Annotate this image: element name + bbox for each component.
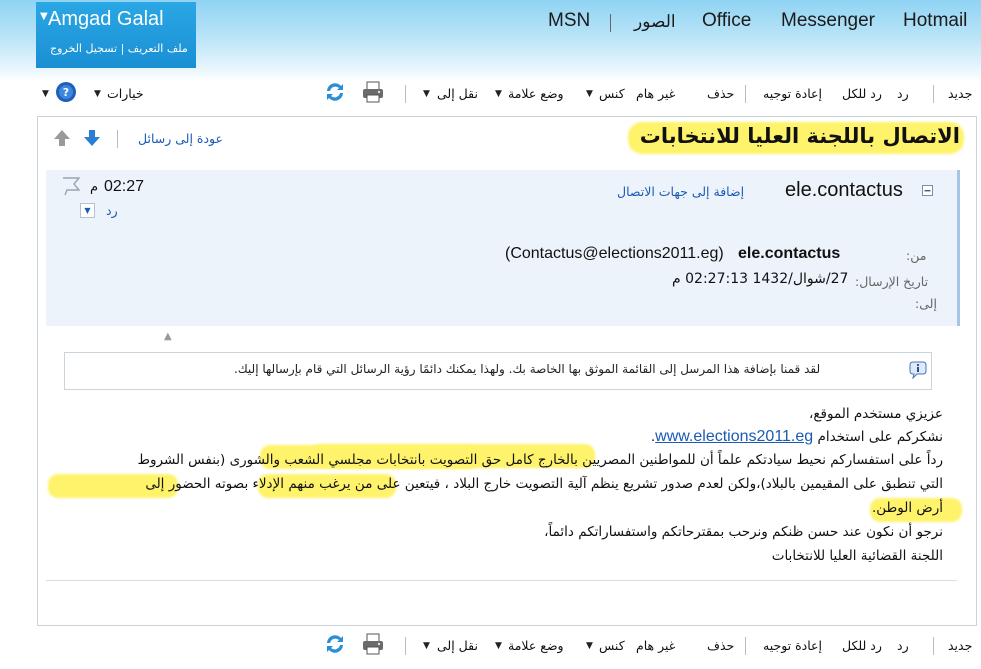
reply-link[interactable]: رد (106, 203, 118, 218)
message-subject: الاتصال باللجنة العليا للانتخابات (639, 124, 960, 148)
message-body-bottom-border (46, 580, 957, 581)
svg-text:?: ? (63, 86, 69, 99)
reply-all-button[interactable]: رد للكل (842, 86, 882, 101)
time-suffix: م (90, 180, 99, 195)
info-icon (908, 361, 928, 379)
message-time: 02:27 (104, 178, 145, 195)
sender-short-name[interactable]: ele.contactus (785, 179, 903, 202)
move-to-button[interactable]: نقل إلى (437, 638, 478, 653)
nav-separator (117, 130, 118, 148)
forward-button[interactable]: إعادة توجيه (763, 638, 822, 653)
body-paragraph-line-2: التي تنطبق على المقيمين بالبلاد)،ولكن لع… (145, 476, 943, 492)
reply-all-button[interactable]: رد للكل (842, 638, 882, 653)
elections-website-link[interactable]: www.elections2011.eg (655, 428, 813, 445)
previous-message-icon[interactable] (52, 128, 72, 148)
chevron-down-icon[interactable]: ▼ (495, 89, 502, 99)
chevron-down-icon[interactable]: ▼ (94, 89, 101, 99)
nav-hotmail[interactable]: Hotmail (903, 10, 967, 32)
toolbar-separator (745, 85, 746, 103)
move-to-button[interactable]: نقل إلى (437, 86, 478, 101)
date-label: تاريخ الإرسال: (855, 274, 929, 289)
date-value: 27/شوال/1432 02:27:13 م (672, 271, 849, 287)
next-message-icon[interactable] (82, 128, 102, 148)
print-icon[interactable] (360, 631, 386, 657)
help-icon[interactable]: ? (55, 81, 77, 103)
collapse-header-up-icon[interactable]: ▲ (164, 331, 172, 342)
from-label: من: (906, 248, 927, 263)
reply-button[interactable]: رد (897, 638, 909, 653)
from-name[interactable]: ele.contactus (738, 245, 840, 263)
user-menu-caret-icon[interactable]: ▼ (40, 11, 48, 22)
chevron-down-icon[interactable]: ▼ (586, 89, 593, 99)
nav-photos[interactable]: الصور (634, 12, 676, 32)
body-greeting: عزيزي مستخدم الموقع، (808, 406, 943, 422)
not-junk-button[interactable]: غير هام (636, 638, 675, 653)
nav-msn[interactable]: MSN (548, 10, 590, 32)
mark-as-button[interactable]: وضع علامة (508, 86, 564, 101)
collapse-icon[interactable] (922, 185, 933, 196)
nav-messenger[interactable]: Messenger (781, 10, 875, 32)
body-thanks-text: نشكركم على استخدام (817, 429, 943, 445)
sweep-button[interactable]: كنس (599, 86, 625, 101)
toolbar-separator (933, 85, 934, 103)
back-to-messages-link[interactable]: عودة إلى رسائل (138, 131, 223, 146)
new-button[interactable]: جديد (948, 638, 972, 653)
from-email[interactable]: (Contactus@elections2011.eg) (505, 245, 724, 263)
body-line-thanks: نشكركم على استخدام www.elections2011.eg. (651, 428, 943, 446)
forward-button[interactable]: إعادة توجيه (763, 86, 822, 101)
delete-button[interactable]: حذف (707, 86, 734, 101)
toolbar-separator (745, 637, 746, 655)
to-label: إلى: (915, 296, 937, 311)
print-icon[interactable] (360, 79, 386, 105)
body-paragraph-line-3: أرض الوطن. (871, 500, 943, 516)
body-closing: نرجو أن نكون عند حسن ظنكم ونرحب بمقترحات… (544, 524, 943, 540)
new-button[interactable]: جديد (948, 86, 972, 101)
toolbar-separator (405, 637, 406, 655)
chevron-down-icon[interactable]: ▼ (423, 89, 430, 99)
refresh-icon[interactable] (323, 632, 347, 656)
flag-icon[interactable] (60, 176, 82, 196)
sweep-button[interactable]: كنس (599, 638, 625, 653)
reply-dropdown-chevron-icon[interactable]: ▼ (80, 203, 95, 218)
mark-as-button[interactable]: وضع علامة (508, 638, 564, 653)
user-name[interactable]: Amgad Galal (48, 8, 164, 31)
delete-button[interactable]: حذف (707, 638, 734, 653)
body-signature: اللجنة القضائية العليا للانتخابات (771, 548, 943, 564)
nav-separator (610, 14, 611, 32)
refresh-icon[interactable] (323, 80, 347, 104)
reply-button[interactable]: رد (897, 86, 909, 101)
not-junk-button[interactable]: غير هام (636, 86, 675, 101)
chevron-down-icon[interactable]: ▼ (42, 89, 49, 99)
add-to-contacts-link[interactable]: إضافة إلى جهات الاتصال (617, 184, 744, 199)
chevron-down-icon[interactable]: ▼ (495, 641, 502, 651)
chevron-down-icon[interactable]: ▼ (586, 641, 593, 651)
toolbar-separator (405, 85, 406, 103)
toolbar-separator (933, 637, 934, 655)
profile-signout-links[interactable]: ملف التعريف | تسجيل الخروج (50, 42, 188, 55)
options-button[interactable]: خيارات (107, 86, 144, 101)
safe-sender-notice-text: لقد قمنا بإضافة هذا المرسل إلى القائمة ا… (234, 362, 821, 376)
nav-office[interactable]: Office (702, 10, 751, 32)
chevron-down-icon[interactable]: ▼ (423, 641, 430, 651)
body-paragraph-line-1: رداً على استفساركم نحيط سيادتكم علماً أن… (137, 452, 944, 468)
